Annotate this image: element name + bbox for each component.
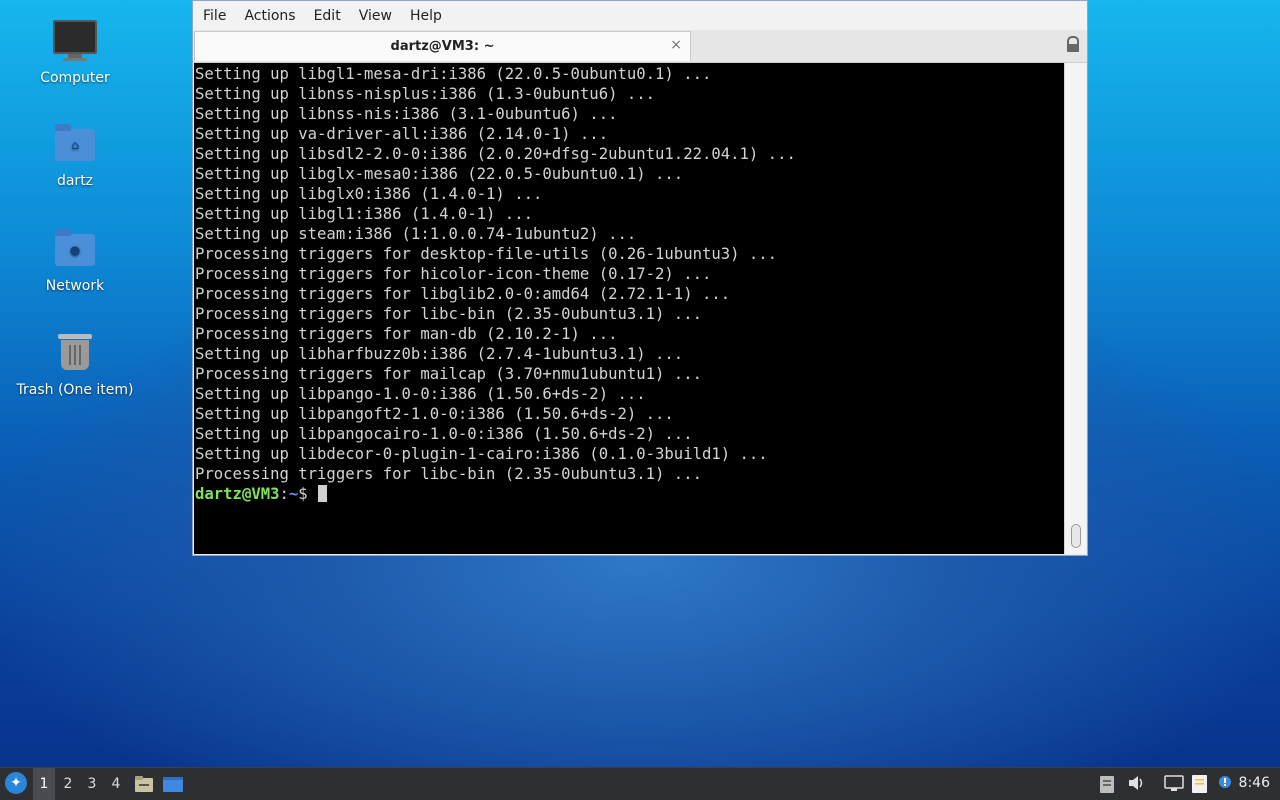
workspace-1[interactable]: 1 [33, 768, 55, 800]
terminal-lines: Setting up libgl1-mesa-dri:i386 (22.0.5-… [194, 63, 1065, 504]
trash-icon [53, 332, 97, 376]
menu-edit[interactable]: Edit [306, 8, 349, 24]
workspace-3[interactable]: 3 [81, 768, 103, 800]
prompt-symbol: $ [298, 485, 318, 503]
terminal-line: Processing triggers for desktop-file-uti… [195, 245, 778, 263]
menu-actions[interactable]: Actions [236, 8, 303, 24]
terminal-line: Processing triggers for hicolor-icon-the… [195, 265, 712, 283]
home-folder-icon: ⌂ [53, 123, 97, 167]
desktop-icon-network[interactable]: ● Network [15, 228, 135, 294]
terminal-line: Setting up libpango-1.0-0:i386 (1.50.6+d… [195, 385, 646, 403]
window-icon[interactable] [162, 775, 183, 793]
terminal-line: Setting up libnss-nisplus:i386 (1.3-0ubu… [195, 85, 656, 103]
terminal-line: Processing triggers for libglib2.0-0:amd… [195, 285, 731, 303]
volume-icon[interactable] [1127, 774, 1145, 796]
terminal-line: Setting up libharfbuzz0b:i386 (2.7.4-1ub… [195, 345, 684, 363]
desktop-icon-label: dartz [56, 173, 94, 189]
computer-icon [53, 20, 97, 64]
clock[interactable]: 8:46 [1239, 775, 1270, 791]
prompt-user: dartz@VM3 [195, 485, 280, 503]
tab-bar: dartz@VM3: ~ × [193, 30, 1087, 63]
notes-icon[interactable] [1190, 774, 1210, 798]
terminal-line: Setting up libglx0:i386 (1.4.0-1) ... [195, 185, 543, 203]
menu-file[interactable]: File [195, 8, 234, 24]
terminal-line: Setting up va-driver-all:i386 (2.14.0-1)… [195, 125, 609, 143]
terminal-line: Setting up libpangoft2-1.0-0:i386 (1.50.… [195, 405, 674, 423]
terminal-line: Setting up libgl1:i386 (1.4.0-1) ... [195, 205, 533, 223]
network-folder-icon: ● [53, 228, 97, 272]
terminal-line: Processing triggers for man-db (2.10.2-1… [195, 325, 618, 343]
terminal-line: Setting up libsdl2-2.0-0:i386 (2.0.20+df… [195, 145, 796, 163]
terminal-line: Setting up libglx-mesa0:i386 (22.0.5-0ub… [195, 165, 684, 183]
workspace-2[interactable]: 2 [57, 768, 79, 800]
terminal-line: Processing triggers for mailcap (3.70+nm… [195, 365, 702, 383]
prompt-separator: : [279, 485, 289, 503]
menu-view[interactable]: View [351, 8, 400, 24]
desktop-icon-trash[interactable]: Trash (One item) [15, 332, 135, 398]
terminal-line: Setting up libgl1-mesa-dri:i386 (22.0.5-… [195, 65, 712, 83]
desktop-icon-label: Computer [40, 70, 110, 86]
menu-bar: File Actions Edit View Help [193, 1, 1087, 30]
terminal-line: Setting up libdecor-0-plugin-1-cairo:i38… [195, 445, 768, 463]
terminal-line: Processing triggers for libc-bin (2.35-0… [195, 305, 702, 323]
notification-icon[interactable] [1216, 774, 1234, 796]
terminal-output[interactable]: Setting up libgl1-mesa-dri:i386 (22.0.5-… [194, 63, 1065, 554]
scrollbar-thumb[interactable] [1071, 524, 1081, 548]
tab-terminal[interactable]: dartz@VM3: ~ × [194, 31, 691, 61]
clipboard-icon[interactable] [1099, 774, 1115, 798]
terminal-window[interactable]: File Actions Edit View Help dartz@VM3: ~… [192, 0, 1088, 556]
terminal-line: Processing triggers for libc-bin (2.35-0… [195, 465, 702, 483]
close-icon[interactable]: × [670, 37, 682, 53]
lock-icon[interactable] [1067, 36, 1079, 52]
menu-help[interactable]: Help [402, 8, 450, 24]
workspace-4[interactable]: 4 [105, 768, 127, 800]
network-icon[interactable] [1164, 774, 1184, 796]
desktop-icon-label: Network [45, 278, 105, 294]
taskbar: ✦ 1 2 3 4 8:46 [0, 767, 1280, 800]
tab-title: dartz@VM3: ~ [390, 39, 495, 54]
terminal-line: Setting up steam:i386 (1:1.0.0.74-1ubunt… [195, 225, 637, 243]
prompt-path: ~ [288, 485, 299, 503]
desktop-icon-label: Trash (One item) [16, 382, 134, 398]
start-menu-icon[interactable]: ✦ [5, 772, 27, 794]
desktop-icon-home-folder[interactable]: ⌂ dartz [15, 123, 135, 189]
terminal-cursor [318, 485, 328, 502]
terminal-line: Setting up libpangocairo-1.0-0:i386 (1.5… [195, 425, 693, 443]
desktop-icon-computer[interactable]: Computer [15, 18, 135, 86]
file-manager-icon[interactable] [134, 775, 154, 793]
terminal-scrollbar[interactable] [1064, 63, 1086, 554]
terminal-line: Setting up libnss-nis:i386 (3.1-0ubuntu6… [195, 105, 618, 123]
